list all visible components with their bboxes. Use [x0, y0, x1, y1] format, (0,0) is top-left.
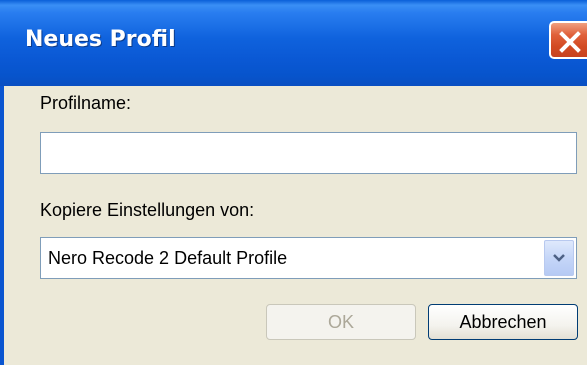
- profile-name-input[interactable]: [40, 132, 577, 174]
- close-icon: [559, 31, 581, 53]
- close-button[interactable]: [549, 21, 587, 59]
- copy-settings-selected: Nero Recode 2 Default Profile: [48, 248, 288, 268]
- dropdown-arrow-button[interactable]: [544, 240, 574, 276]
- copy-settings-label: Kopiere Einstellungen von:: [40, 200, 255, 220]
- title-bar[interactable]: Neues Profil: [0, 0, 587, 86]
- profile-name-label: Profilname:: [40, 93, 132, 113]
- window-border: [0, 86, 4, 365]
- ok-button[interactable]: OK: [266, 304, 416, 340]
- copy-settings-dropdown[interactable]: Nero Recode 2 Default Profile: [40, 237, 577, 279]
- chevron-down-icon: [553, 254, 565, 262]
- new-profile-dialog: Neues Profil Profilname: Kopiere Einstel…: [0, 0, 587, 365]
- cancel-button[interactable]: Abbrechen: [428, 304, 578, 340]
- dialog-title: Neues Profil: [25, 27, 176, 52]
